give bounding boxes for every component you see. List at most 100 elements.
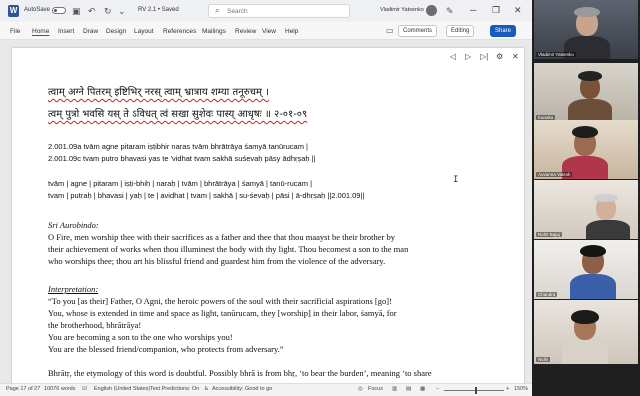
- interpretation-line-3: the brotherhood, bhrātrāya!: [48, 320, 142, 330]
- segment-word: su-śevaḥ: [239, 191, 270, 200]
- aurobindo-line-2: their achievement of works when thou ill…: [48, 244, 409, 254]
- segment-word: pāsi: [275, 191, 290, 200]
- menu-insert[interactable]: Insert: [58, 28, 74, 35]
- text-cursor-icon: I: [453, 175, 459, 185]
- transliteration-line-c: 2.001.09c tvam putro bhavasi yas te 'vid…: [48, 154, 316, 163]
- segment-word: pitaram: [93, 179, 119, 188]
- word-window: W AutoSave ▣ ↶ ↻ ⌄ RV 2.1 • Saved ⌕ Vlad…: [0, 0, 532, 396]
- participant-tile[interactable]: Nidhi: [534, 300, 638, 364]
- menu-help[interactable]: Help: [285, 28, 298, 35]
- aurobindo-line-3: who worships thee; thou art his blissful…: [48, 256, 386, 266]
- segment-word: bhrātrāya: [204, 179, 236, 188]
- menu-references[interactable]: References: [163, 28, 196, 35]
- redo-icon[interactable]: ↻: [104, 5, 112, 17]
- autosave-toggle[interactable]: [52, 7, 66, 14]
- proofing-icon[interactable]: ☑: [82, 386, 87, 392]
- segment-word: iṣṭi-bhiḥ: [124, 179, 151, 188]
- zoom-level[interactable]: 150%: [514, 386, 528, 392]
- focus-button[interactable]: Focus: [368, 386, 383, 392]
- participant-name: Auvanna Valesh: [536, 172, 573, 177]
- menu-review[interactable]: Review: [235, 28, 256, 35]
- menu-mailings[interactable]: Mailings: [202, 28, 226, 35]
- comments-button[interactable]: Comments: [398, 25, 438, 37]
- previous-icon[interactable]: ◁: [450, 52, 456, 61]
- search-input[interactable]: [227, 6, 345, 16]
- menu-draw[interactable]: Draw: [83, 28, 98, 35]
- segment-word: tanū-rucam: [270, 179, 308, 188]
- user-name[interactable]: Vladimir Yatsenko: [380, 7, 424, 13]
- participant-tile[interactable]: Auvanna Valesh: [534, 120, 638, 179]
- comment-icon: ▭: [386, 26, 394, 35]
- text-predictions-status[interactable]: Text Predictions: On: [150, 386, 199, 392]
- participant-tile[interactable]: Kanaka: [534, 63, 638, 122]
- read-aloud-icon[interactable]: ▷|: [480, 52, 488, 61]
- interpretation-line-2: You, whose is extended in time and space…: [48, 308, 397, 318]
- accessibility-status[interactable]: Accessibility: Good to go: [212, 386, 272, 392]
- video-participants-panel: Vladimir Yatsenko Kanaka Auvanna Valesh …: [532, 0, 640, 396]
- search-icon: ⌕: [215, 6, 220, 15]
- status-bar: Page 17 of 27 10076 words ☑ English (Uni…: [0, 383, 532, 396]
- interpretation-line-5: You are the blessed friend/companion, wh…: [48, 344, 284, 354]
- play-icon[interactable]: ▷: [465, 52, 471, 61]
- print-layout-icon[interactable]: ▤: [406, 386, 411, 392]
- document-title[interactable]: RV 2.1 • Saved: [138, 7, 179, 13]
- word-app-icon: W: [8, 5, 19, 17]
- participant-tile[interactable]: Chandra: [534, 240, 638, 299]
- segment-word: agne: [70, 179, 88, 188]
- aurobindo-line-1: O Fire, men worship thee with their sacr…: [48, 232, 395, 242]
- save-icon[interactable]: ▣: [72, 5, 81, 17]
- interpretation-line-1: “To you [as their] Father, O Agni, the h…: [48, 296, 392, 306]
- participant-name: Chandra: [536, 292, 558, 297]
- etymology-paragraph: Bhrātṛ, the etymology of this word is do…: [48, 368, 432, 378]
- zoom-slider[interactable]: [444, 390, 504, 391]
- autosave-label: AutoSave: [24, 7, 51, 13]
- interpretation-line-4: You are becoming a son to the one who wo…: [48, 332, 233, 342]
- menu-bar: File Home Insert Draw Design Layout Refe…: [0, 22, 532, 40]
- segment-word: tvām: [181, 179, 198, 188]
- editing-mode-button[interactable]: Editing: [446, 25, 475, 37]
- devanagari-line-2: त्वम् पुत्रो भवसि यस् ते ऽविधत् त्वं सखा…: [48, 109, 308, 120]
- segment-word: tvam: [48, 191, 65, 200]
- menu-home[interactable]: Home: [32, 28, 49, 35]
- zoom-in-icon[interactable]: +: [506, 386, 509, 392]
- document-page[interactable]: ◁ ▷ ▷| ⚙ ✕ त्वाम् अग्ने पितरम् इष्टिभिर्…: [12, 48, 524, 388]
- zoom-out-icon[interactable]: −: [436, 386, 439, 392]
- search-box[interactable]: ⌕: [208, 4, 350, 18]
- segment-word: tvām: [48, 179, 65, 188]
- participant-tile[interactable]: Rohit Bajaj: [534, 180, 638, 239]
- document-work-area: ◁ ▷ ▷| ⚙ ✕ त्वाम् अग्ने पितरम् इष्टिभिर्…: [0, 40, 532, 388]
- restore-icon[interactable]: ❐: [492, 5, 500, 16]
- minimize-icon[interactable]: ─: [470, 5, 476, 15]
- language-status[interactable]: English (United States): [94, 386, 150, 392]
- participant-tile[interactable]: Vladimir Yatsenko: [534, 0, 638, 59]
- participant-name: Nidhi: [536, 357, 551, 362]
- segment-word: śamyā: [241, 179, 264, 188]
- menu-view[interactable]: View: [262, 28, 276, 35]
- segment-word: bhavasi: [97, 191, 124, 200]
- zoom-slider-thumb[interactable]: [475, 387, 477, 394]
- settings-icon[interactable]: ⚙: [496, 52, 503, 61]
- menu-layout[interactable]: Layout: [134, 28, 154, 35]
- share-button[interactable]: Share: [490, 25, 517, 37]
- pen-icon[interactable]: ✎: [446, 5, 454, 17]
- page-count[interactable]: Page 17 of 27: [6, 386, 40, 392]
- customize-toolbar-icon[interactable]: ⌄: [118, 5, 126, 17]
- accessibility-icon: ♿: [204, 386, 209, 392]
- undo-icon[interactable]: ↶: [88, 5, 96, 17]
- menu-file[interactable]: File: [10, 28, 20, 35]
- title-bar: W AutoSave ▣ ↶ ↻ ⌄ RV 2.1 • Saved ⌕ Vlad…: [0, 0, 532, 22]
- segment-word: naraḥ: [156, 179, 176, 188]
- sri-aurobindo-heading: Sri Aurobindo:: [48, 220, 99, 230]
- close-icon[interactable]: ✕: [514, 5, 522, 16]
- menu-design[interactable]: Design: [106, 28, 126, 35]
- segment-word: putraḥ: [70, 191, 92, 200]
- word-count[interactable]: 10076 words: [44, 386, 76, 392]
- transliteration-line-a: 2.001.09a tvām agne pitaram iṣṭibhir nar…: [48, 142, 308, 151]
- read-mode-icon[interactable]: ▥: [392, 386, 397, 392]
- segment-reference: 2.001.09: [331, 191, 361, 200]
- web-layout-icon[interactable]: ▦: [420, 386, 425, 392]
- close-read-aloud-icon[interactable]: ✕: [512, 52, 519, 61]
- user-avatar[interactable]: [426, 5, 437, 16]
- segment-word: tvam: [190, 191, 207, 200]
- segment-word: sakhā: [213, 191, 234, 200]
